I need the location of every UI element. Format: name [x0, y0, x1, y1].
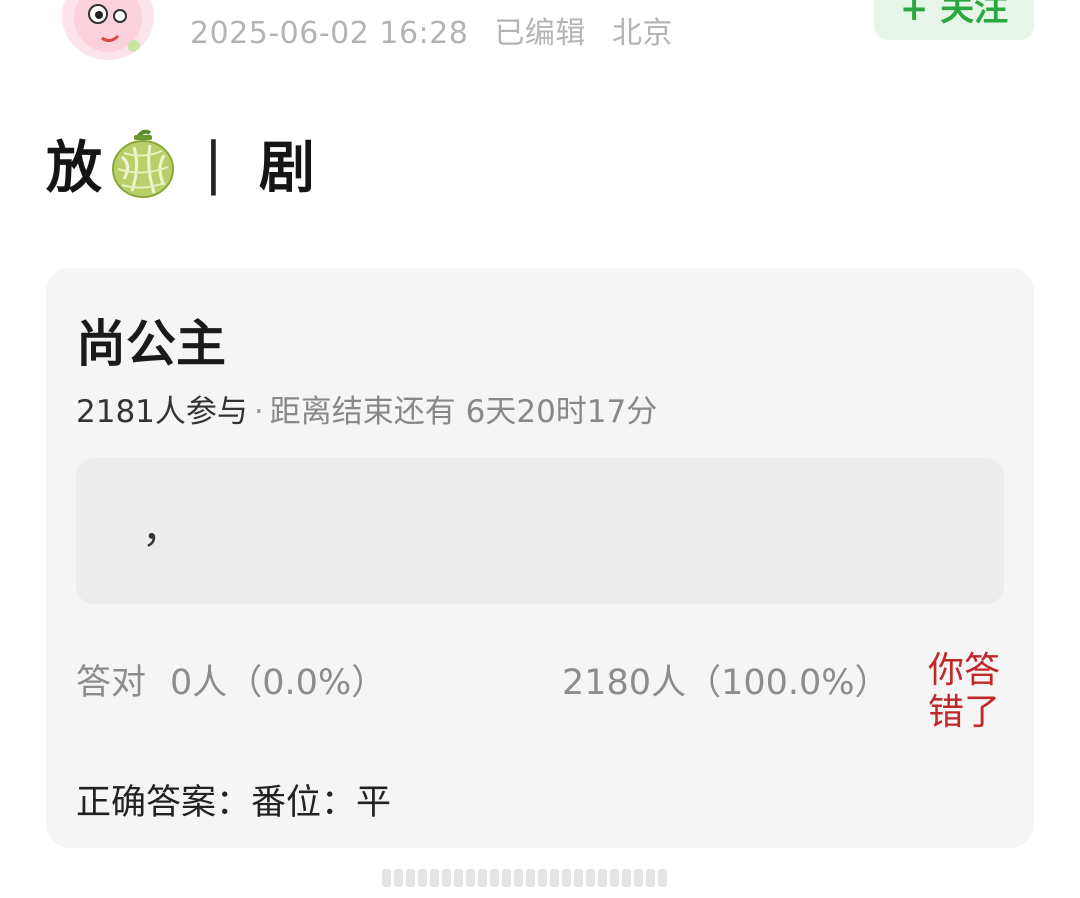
post-timestamp: 2025-06-02 16:28: [190, 16, 469, 51]
quiz-meta: 2181人参与 · 距离结束还有 6天20时17分: [76, 386, 657, 431]
post-meta: 2025-06-02 16:28 已编辑 北京: [190, 8, 689, 52]
result-text: 你答错了: [928, 650, 1001, 733]
meta-separator: ·: [253, 394, 264, 430]
countdown: 距离结束还有 6天20时17分: [269, 394, 658, 430]
quiz-option[interactable]: ，: [76, 458, 1004, 604]
quiz-title: 尚公主: [76, 315, 226, 373]
avatar[interactable]: [62, 0, 154, 60]
post-headline: 放 | 剧: [46, 128, 315, 201]
headline-separator: |: [204, 130, 223, 196]
melon-icon: [112, 129, 174, 198]
headline-part1: 放: [46, 135, 102, 201]
post-location: 北京: [611, 16, 673, 51]
correct-answer: 正确答案：番位：平: [76, 783, 392, 823]
wrong-count: 2180人（100.0%）: [562, 663, 890, 703]
option-text: ，: [142, 506, 182, 552]
watermark: [382, 866, 700, 890]
edited-label: 已编辑: [494, 16, 586, 51]
headline-part2: 剧: [258, 135, 315, 201]
correct-count: 0人（0.0%）: [170, 663, 387, 703]
correct-label: 答对: [76, 663, 147, 703]
follow-button[interactable]: + 关注: [874, 0, 1034, 40]
participant-count: 2181人参与: [76, 394, 248, 430]
quiz-card: 尚公主 2181人参与 · 距离结束还有 6天20时17分 ， 答对 0人（0.0%）…: [46, 268, 1034, 848]
correct-stat: 答对 0人（0.0%）: [76, 654, 386, 705]
